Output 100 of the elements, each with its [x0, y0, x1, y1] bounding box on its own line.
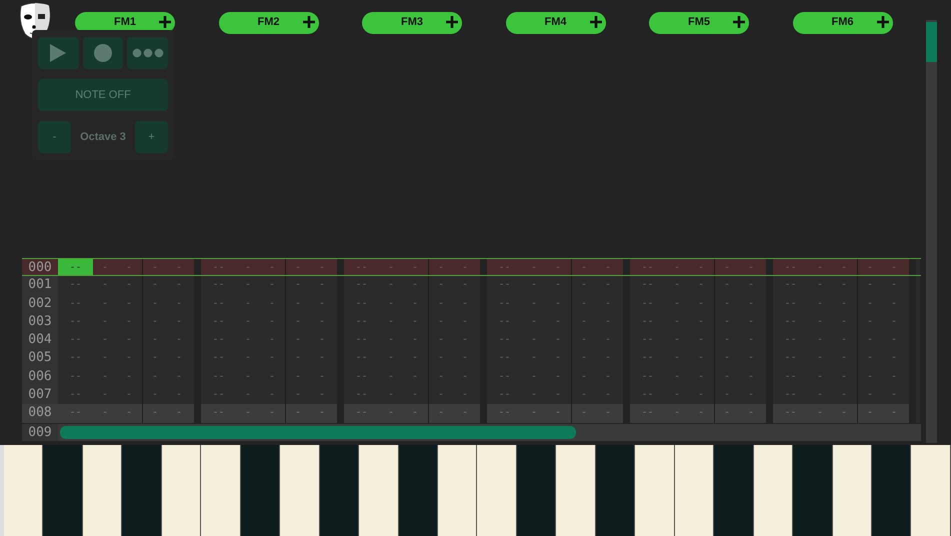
- pattern-cell[interactable]: -: [429, 404, 453, 423]
- pattern-cell[interactable]: -: [403, 349, 427, 368]
- pattern-cell[interactable]: --: [773, 404, 808, 423]
- pattern-cell[interactable]: --: [630, 259, 665, 276]
- pattern-cell[interactable]: --: [58, 331, 93, 350]
- pattern-cell[interactable]: -: [143, 349, 167, 368]
- pattern-cell[interactable]: -: [93, 259, 117, 276]
- pattern-cell[interactable]: --: [201, 294, 236, 313]
- pattern-cell[interactable]: -: [596, 331, 620, 350]
- pattern-cell[interactable]: -: [403, 386, 427, 404]
- pattern-cell[interactable]: -: [665, 294, 689, 313]
- pattern-cell[interactable]: -: [167, 368, 191, 386]
- pattern-cell[interactable]: -: [689, 386, 713, 404]
- pattern-cell[interactable]: -: [689, 294, 713, 313]
- pattern-cell[interactable]: -: [286, 404, 310, 423]
- pattern-cell[interactable]: --: [201, 331, 236, 350]
- scroll-thumb[interactable]: [926, 22, 937, 62]
- pattern-cell[interactable]: --: [58, 386, 93, 404]
- pattern-cell[interactable]: -: [665, 276, 689, 295]
- pattern-cell[interactable]: -: [689, 331, 713, 350]
- pattern-cell[interactable]: --: [487, 386, 522, 404]
- pattern-cell[interactable]: -: [310, 312, 334, 332]
- pattern-cell[interactable]: --: [487, 404, 522, 423]
- pattern-cell[interactable]: --: [344, 259, 379, 276]
- pattern-cell[interactable]: -: [453, 276, 477, 295]
- pattern-cell[interactable]: -: [310, 276, 334, 295]
- pattern-cell[interactable]: -: [379, 404, 403, 423]
- pattern-cell[interactable]: -: [596, 368, 620, 386]
- pattern-cell[interactable]: -: [832, 312, 856, 332]
- scroll-thumb[interactable]: [60, 426, 576, 439]
- pattern-cell[interactable]: -: [546, 386, 570, 404]
- pattern-cell[interactable]: -: [808, 294, 832, 313]
- piano-key[interactable]: [911, 445, 951, 536]
- pattern-cell[interactable]: -: [260, 386, 284, 404]
- pattern-cell[interactable]: -: [93, 312, 117, 332]
- piano-key[interactable]: [438, 445, 478, 536]
- pattern-cell[interactable]: --: [773, 294, 808, 313]
- pattern-cell[interactable]: -: [665, 312, 689, 332]
- pattern-cell[interactable]: -: [167, 312, 191, 332]
- pattern-cell[interactable]: -: [117, 259, 141, 276]
- pattern-cell[interactable]: --: [630, 331, 665, 350]
- pattern-cell[interactable]: -: [453, 312, 477, 332]
- pattern-cell[interactable]: -: [143, 368, 167, 386]
- pattern-cell[interactable]: -: [143, 404, 167, 423]
- pattern-cell[interactable]: -: [522, 294, 546, 313]
- pattern-cell[interactable]: -: [260, 368, 284, 386]
- pattern-cell[interactable]: -: [403, 312, 427, 332]
- pattern-cell[interactable]: -: [572, 386, 596, 404]
- pattern-cell[interactable]: -: [310, 259, 334, 276]
- piano-key[interactable]: [674, 445, 714, 536]
- pattern-cell[interactable]: -: [858, 276, 882, 295]
- pattern-cell[interactable]: -: [453, 331, 477, 350]
- pattern-cell[interactable]: -: [858, 349, 882, 368]
- pattern-cell[interactable]: -: [260, 349, 284, 368]
- pattern-cell[interactable]: --: [630, 349, 665, 368]
- pattern-cell[interactable]: -: [236, 368, 260, 386]
- pattern-cell[interactable]: -: [522, 404, 546, 423]
- piano-key[interactable]: [556, 445, 596, 536]
- pattern-cell[interactable]: --: [487, 276, 522, 295]
- pattern-cell[interactable]: -: [167, 404, 191, 423]
- pattern-cell[interactable]: -: [453, 404, 477, 423]
- pattern-cell[interactable]: -: [286, 349, 310, 368]
- pattern-cell[interactable]: --: [344, 294, 379, 313]
- pattern-cell[interactable]: -: [689, 259, 713, 276]
- pattern-cell[interactable]: -: [429, 368, 453, 386]
- pattern-cell[interactable]: --: [773, 276, 808, 295]
- pattern-cell[interactable]: --: [487, 259, 522, 276]
- pattern-cell[interactable]: -: [236, 259, 260, 276]
- pattern-cell[interactable]: -: [93, 404, 117, 423]
- pattern-cell[interactable]: --: [344, 404, 379, 423]
- pattern-cell[interactable]: -: [143, 276, 167, 295]
- pattern-cell[interactable]: -: [596, 386, 620, 404]
- pattern-cell[interactable]: -: [260, 259, 284, 276]
- pattern-cell[interactable]: --: [201, 276, 236, 295]
- pattern-cell[interactable]: -: [379, 294, 403, 313]
- pattern-cell[interactable]: -: [715, 294, 739, 313]
- piano-key[interactable]: [162, 445, 202, 536]
- pattern-cell[interactable]: -: [572, 312, 596, 332]
- pattern-cell[interactable]: --: [487, 312, 522, 332]
- pattern-cell[interactable]: -: [429, 276, 453, 295]
- pattern-cell[interactable]: -: [739, 331, 763, 350]
- pattern-cell[interactable]: -: [236, 349, 260, 368]
- pattern-cell[interactable]: --: [630, 276, 665, 295]
- piano-key[interactable]: [4, 445, 44, 536]
- track-tab[interactable]: FM6: [792, 12, 892, 34]
- pattern-cell[interactable]: --: [773, 349, 808, 368]
- pattern-cell[interactable]: -: [167, 349, 191, 368]
- pattern-cell[interactable]: -: [236, 386, 260, 404]
- pattern-cell[interactable]: -: [715, 404, 739, 423]
- pattern-cell[interactable]: -: [546, 349, 570, 368]
- pattern-cell[interactable]: --: [58, 312, 93, 332]
- pattern-cell[interactable]: -: [546, 259, 570, 276]
- pattern-cell[interactable]: -: [882, 386, 906, 404]
- pattern-cell[interactable]: --: [58, 368, 93, 386]
- pattern-cell[interactable]: -: [858, 368, 882, 386]
- pattern-cell[interactable]: --: [58, 404, 93, 423]
- pattern-cell[interactable]: -: [715, 331, 739, 350]
- pattern-cell[interactable]: -: [832, 368, 856, 386]
- pattern-cell[interactable]: -: [665, 259, 689, 276]
- pattern-cell[interactable]: --: [630, 404, 665, 423]
